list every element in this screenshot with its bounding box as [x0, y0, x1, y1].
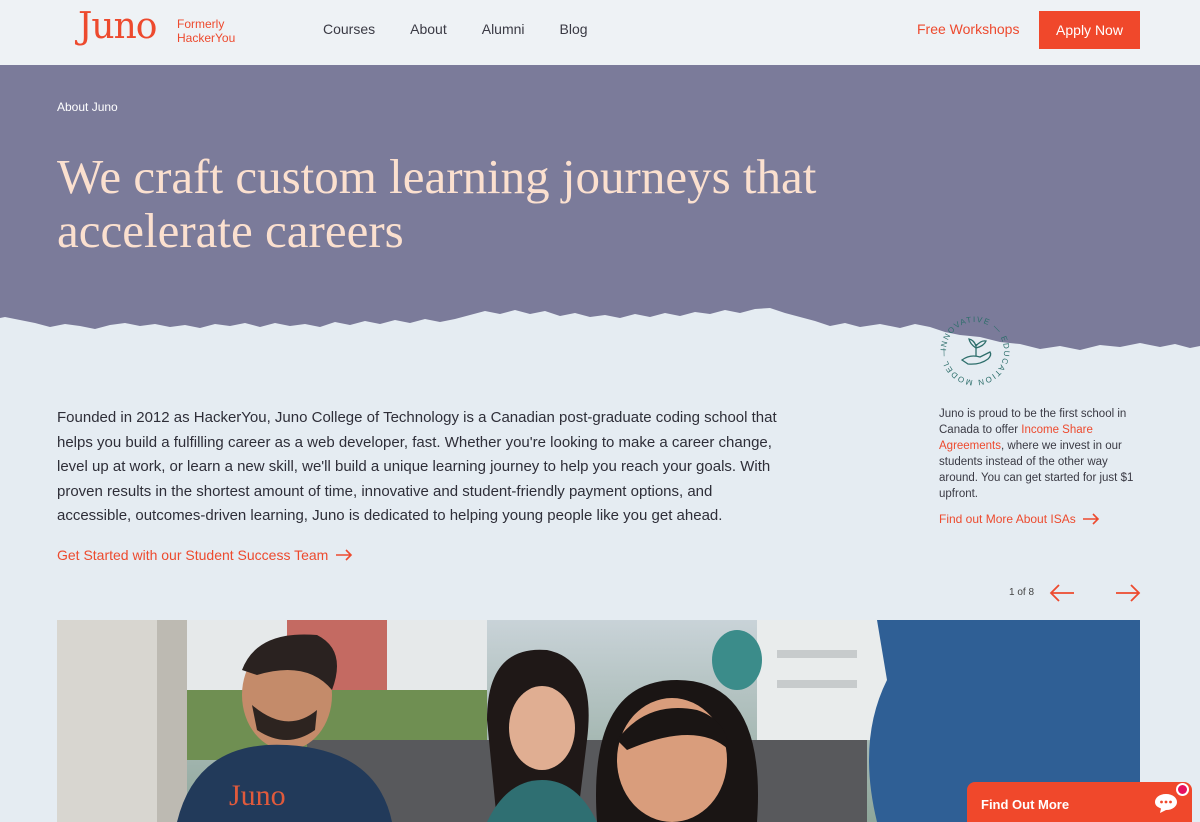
page-title: We craft custom learning journeys that a… — [57, 149, 817, 258]
chat-label: Find Out More — [981, 797, 1070, 812]
chat-widget[interactable]: Find Out More — [967, 782, 1192, 822]
svg-text:Juno: Juno — [229, 779, 286, 812]
student-success-label: Get Started with our Student Success Tea… — [57, 547, 329, 563]
carousel-counter: 1 of 8 — [1009, 587, 1035, 598]
badge-text: INNOVATIVE — EDUCATION MODEL — — [939, 315, 1010, 387]
chat-bubble-icon — [1155, 794, 1177, 813]
notification-dot — [1176, 783, 1189, 796]
innovative-education-badge: INNOVATIVE — EDUCATION MODEL — — [939, 315, 1011, 387]
student-success-link[interactable]: Get Started with our Student Success Tea… — [57, 547, 353, 563]
nav-about[interactable]: About — [410, 21, 447, 37]
intro-paragraph: Founded in 2012 as HackerYou, Juno Colle… — [57, 409, 777, 524]
arrow-left-icon[interactable] — [1048, 583, 1076, 603]
juno-logo[interactable]: Juno — [78, 6, 157, 47]
formerly-hackeryou: Formerly HackerYou — [177, 17, 236, 45]
isa-link-label: Find out More About ISAs — [939, 512, 1076, 526]
arrow-right-icon — [1082, 513, 1099, 525]
nav-courses[interactable]: Courses — [323, 21, 375, 37]
apply-now-button[interactable]: Apply Now — [1039, 11, 1140, 49]
nav-blog[interactable]: Blog — [560, 21, 588, 37]
svg-text:INNOVATIVE — EDUCATION MODEL —: INNOVATIVE — EDUCATION MODEL — — [939, 315, 1011, 387]
breadcrumb: About Juno — [57, 100, 118, 114]
arrow-right-icon — [336, 549, 353, 561]
isa-description: Juno is proud to be the first school in … — [939, 406, 1144, 502]
main-nav: Courses About Alumni Blog — [323, 21, 588, 37]
site-header: Juno Formerly HackerYou Courses About Al… — [0, 0, 1200, 65]
nav-alumni[interactable]: Alumni — [482, 21, 525, 37]
free-workshops-link[interactable]: Free Workshops — [917, 21, 1019, 37]
hand-seedling-icon — [960, 338, 992, 365]
arrow-right-icon[interactable] — [1114, 583, 1142, 603]
hero-banner: About Juno We craft custom learning jour… — [0, 65, 1200, 355]
isa-link[interactable]: Find out More About ISAs — [939, 512, 1100, 526]
